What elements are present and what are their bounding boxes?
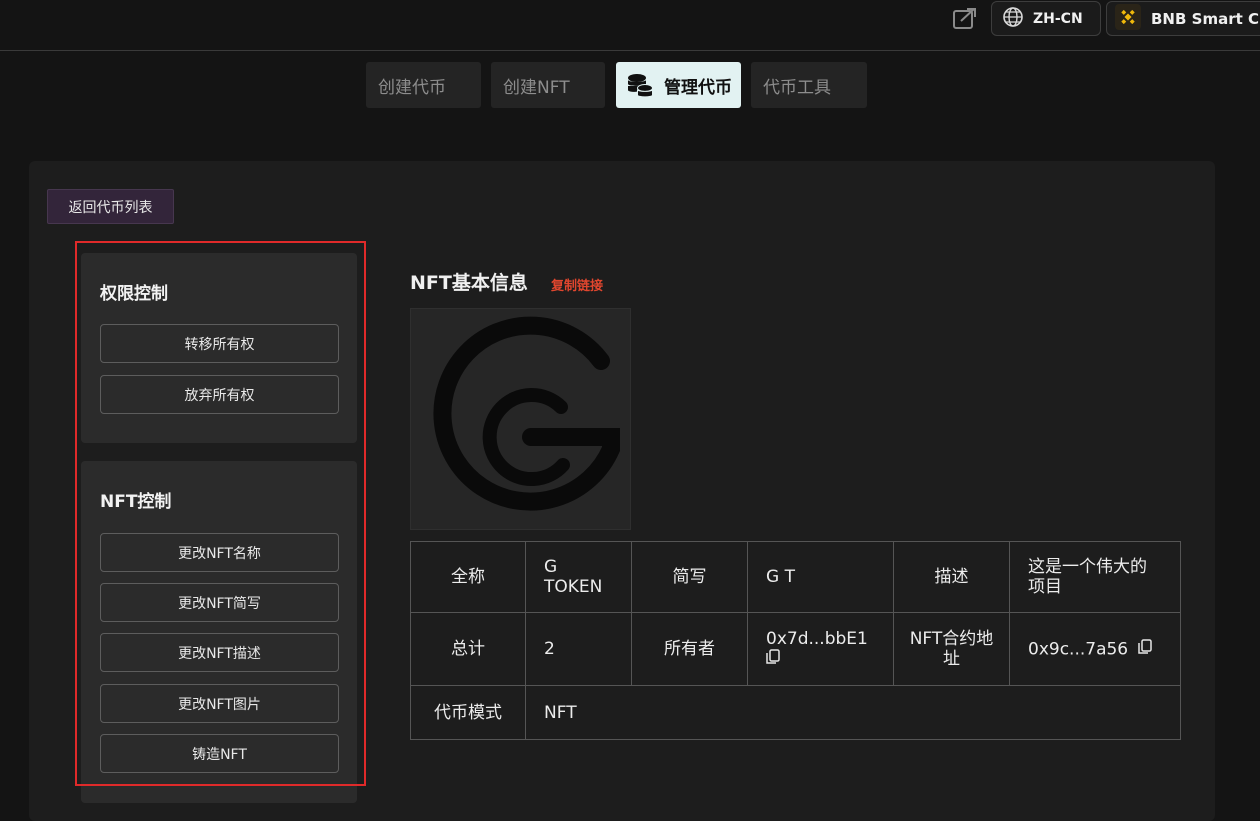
top-bar: ZH-CN BNB Smart Chain	[0, 0, 1260, 51]
tab-label: 管理代币	[664, 77, 732, 98]
owner-value: 0x7d...bbE1	[766, 628, 868, 649]
description-label: 描述	[893, 541, 1010, 613]
card-title: NFT控制	[100, 492, 172, 512]
coins-icon	[626, 71, 654, 99]
tab-label: 创建NFT	[503, 77, 570, 98]
copy-icon[interactable]	[1137, 638, 1152, 660]
change-nft-image-button[interactable]: 更改NFT图片	[100, 684, 339, 723]
language-selector[interactable]: ZH-CN	[991, 1, 1101, 36]
tab-create-token[interactable]: 创建代币	[366, 62, 481, 108]
globe-icon	[1002, 6, 1024, 32]
tab-label: 创建代币	[378, 77, 446, 98]
contract-address-cell: 0x9c...7a56	[1009, 612, 1181, 686]
change-nft-description-button[interactable]: 更改NFT描述	[100, 633, 339, 672]
transfer-ownership-button[interactable]: 转移所有权	[100, 324, 339, 363]
contract-address-value: 0x9c...7a56	[1028, 639, 1129, 659]
renounce-ownership-button[interactable]: 放弃所有权	[100, 375, 339, 414]
nft-image	[410, 308, 631, 530]
contract-address-label: NFT合约地址	[893, 612, 1010, 686]
language-label: ZH-CN	[1033, 10, 1083, 27]
tab-manage-token[interactable]: 管理代币	[616, 62, 741, 108]
full-name-value: G TOKEN	[525, 541, 632, 613]
token-mode-value: NFT	[525, 685, 1181, 740]
change-nft-name-button[interactable]: 更改NFT名称	[100, 533, 339, 572]
owner-label: 所有者	[631, 612, 748, 686]
chain-selector[interactable]: BNB Smart Chain	[1106, 1, 1260, 36]
chain-label: BNB Smart Chain	[1151, 9, 1260, 28]
nft-control-card: NFT控制 更改NFT名称 更改NFT简写 更改NFT描述 更改NFT图片 铸造…	[81, 461, 357, 803]
full-name-label: 全称	[410, 541, 526, 613]
nft-info-table: 全称 G TOKEN 简写 G T 描述 这是一个伟大的项目 总计 2 所有者 …	[410, 541, 1181, 740]
copy-link[interactable]: 复制链接	[551, 275, 603, 294]
total-label: 总计	[410, 612, 526, 686]
tab-create-nft[interactable]: 创建NFT	[491, 62, 605, 108]
tab-token-tools[interactable]: 代币工具	[751, 62, 867, 108]
tab-label: 代币工具	[763, 77, 831, 98]
change-nft-symbol-button[interactable]: 更改NFT简写	[100, 583, 339, 622]
mint-nft-button[interactable]: 铸造NFT	[100, 734, 339, 773]
back-to-token-list-button[interactable]: 返回代币列表	[47, 189, 174, 224]
card-title: 权限控制	[100, 284, 168, 304]
nft-info-title: NFT基本信息	[410, 272, 528, 294]
description-value: 这是一个伟大的项目	[1009, 541, 1181, 613]
symbol-label: 简写	[631, 541, 748, 613]
symbol-value: G T	[747, 541, 894, 613]
share-icon[interactable]	[950, 4, 980, 32]
total-value: 2	[525, 612, 632, 686]
copy-icon[interactable]	[766, 648, 780, 670]
token-mode-label: 代币模式	[410, 685, 526, 740]
owner-cell: 0x7d...bbE1	[747, 612, 894, 686]
permission-control-card: 权限控制 转移所有权 放弃所有权	[81, 253, 357, 443]
bnb-logo-icon	[1115, 3, 1141, 34]
